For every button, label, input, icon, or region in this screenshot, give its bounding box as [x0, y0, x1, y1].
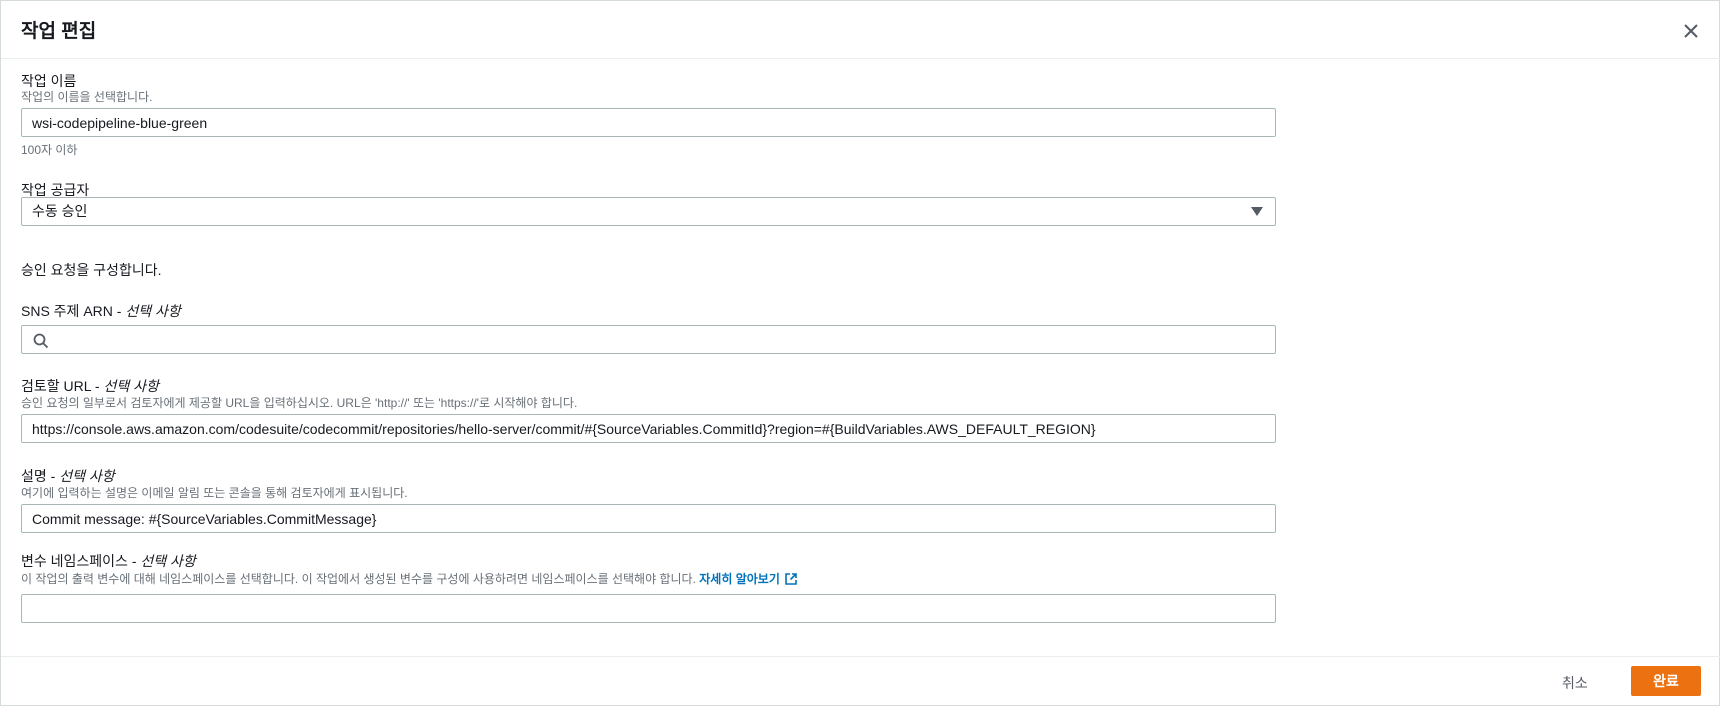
comments-optional: 선택 사항 — [59, 468, 115, 484]
review-url-label-text: 검토할 URL - — [21, 378, 104, 394]
action-provider-selected: 수동 승인 — [32, 203, 88, 219]
comments-label: 설명 - 선택 사항 — [21, 466, 115, 486]
action-name-input[interactable] — [21, 108, 1276, 137]
learn-more-link[interactable]: 자세히 알아보기 — [699, 572, 797, 586]
comments-input[interactable] — [21, 504, 1276, 533]
namespace-input[interactable] — [21, 594, 1276, 623]
review-url-input[interactable] — [21, 414, 1276, 443]
external-link-icon — [785, 573, 797, 585]
namespace-label-text: 변수 네임스페이스 - — [21, 553, 141, 569]
sns-arn-search-field[interactable] — [21, 325, 1276, 354]
sns-arn-optional: 선택 사항 — [125, 303, 181, 319]
select-arrow-icon — [1251, 207, 1263, 216]
comments-label-text: 설명 - — [21, 468, 60, 484]
comments-description: 여기에 입력하는 설명은 이메일 알림 또는 콘솔을 통해 검토자에게 표시됩니… — [21, 486, 408, 500]
approval-section-note: 승인 요청을 구성합니다. — [21, 262, 162, 278]
dialog-footer: 취소 완료 — [1, 656, 1720, 706]
review-url-optional: 선택 사항 — [103, 378, 159, 394]
action-provider-select[interactable]: 수동 승인 — [21, 197, 1276, 226]
done-button[interactable]: 완료 — [1631, 666, 1701, 696]
sns-arn-label-text: SNS 주제 ARN - — [21, 303, 126, 319]
cancel-button[interactable]: 취소 — [1554, 671, 1596, 695]
namespace-description-text: 이 작업의 출력 변수에 대해 네임스페이스를 선택합니다. 이 작업에서 생성… — [21, 572, 700, 586]
namespace-description: 이 작업의 출력 변수에 대해 네임스페이스를 선택합니다. 이 작업에서 생성… — [21, 570, 797, 587]
namespace-label: 변수 네임스페이스 - 선택 사항 — [21, 551, 196, 571]
review-url-label: 검토할 URL - 선택 사항 — [21, 376, 159, 396]
edit-action-dialog: 작업 편집 작업 이름 작업의 이름을 선택합니다. 100자 이하 작업 공급… — [0, 0, 1720, 706]
learn-more-label: 자세히 알아보기 — [699, 572, 780, 586]
action-name-hint: 100자 이하 — [21, 143, 78, 157]
namespace-optional: 선택 사항 — [140, 553, 196, 569]
dialog-header: 작업 편집 — [1, 1, 1720, 59]
review-url-description: 승인 요청의 일부로서 검토자에게 제공할 URL을 입력하십시오. URL은 … — [21, 396, 578, 410]
action-name-description: 작업의 이름을 선택합니다. — [21, 90, 153, 104]
close-icon[interactable] — [1679, 19, 1703, 43]
search-icon — [33, 333, 49, 349]
sns-arn-label: SNS 주제 ARN - 선택 사항 — [21, 301, 181, 321]
dialog-title: 작업 편집 — [21, 21, 97, 42]
